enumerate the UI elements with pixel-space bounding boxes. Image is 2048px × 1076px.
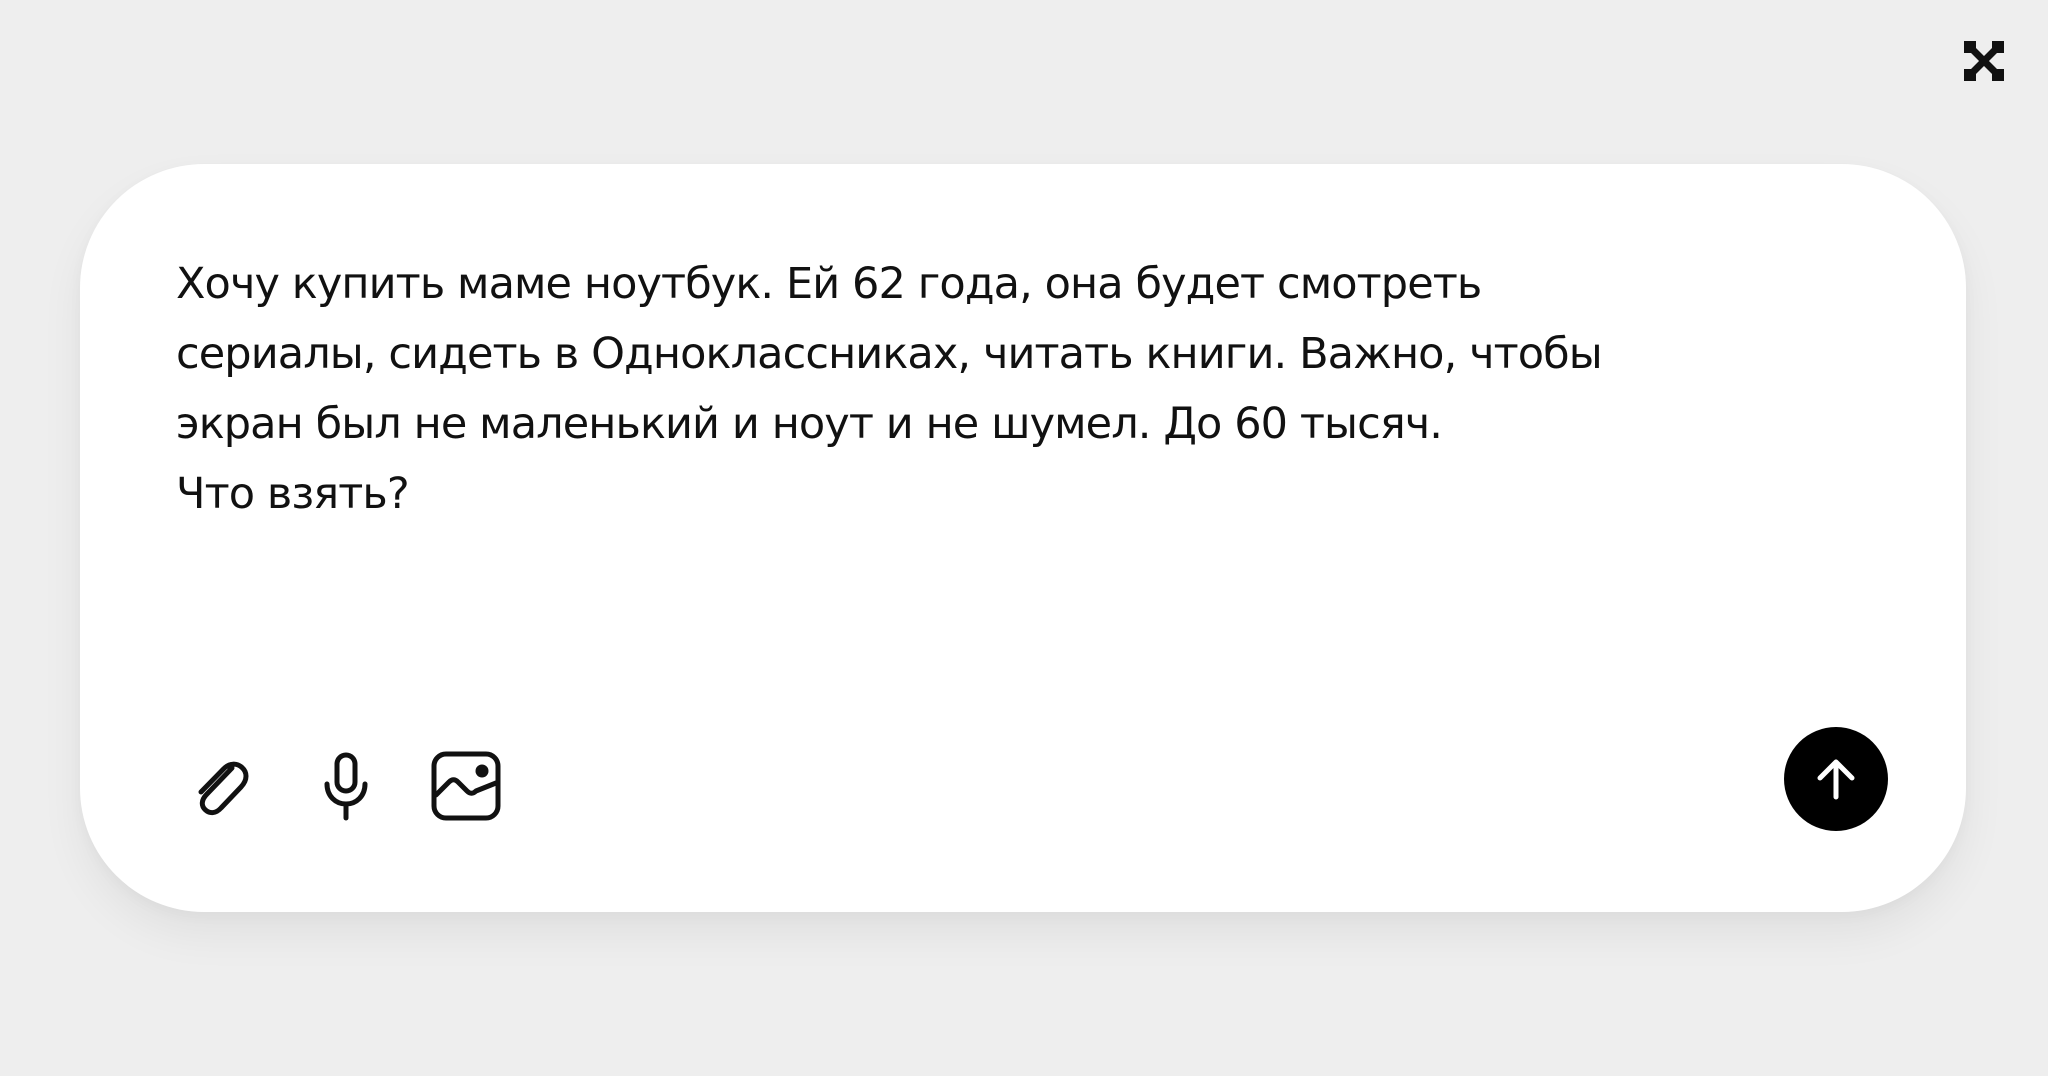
microphone-icon bbox=[324, 752, 368, 821]
brand-logo-icon bbox=[1962, 39, 2006, 83]
prompt-input[interactable]: Хочу купить маме ноутбук. Ей 62 года, он… bbox=[176, 249, 1896, 529]
voice-input-button[interactable] bbox=[306, 746, 386, 826]
paperclip-icon bbox=[198, 761, 249, 816]
image-upload-button[interactable] bbox=[426, 746, 506, 826]
arrow-up-icon bbox=[1817, 759, 1855, 800]
image-icon bbox=[431, 751, 501, 821]
prompt-composer: Хочу купить маме ноутбук. Ей 62 года, он… bbox=[80, 164, 1966, 912]
send-button[interactable] bbox=[1784, 727, 1888, 831]
attach-button[interactable] bbox=[180, 746, 260, 826]
